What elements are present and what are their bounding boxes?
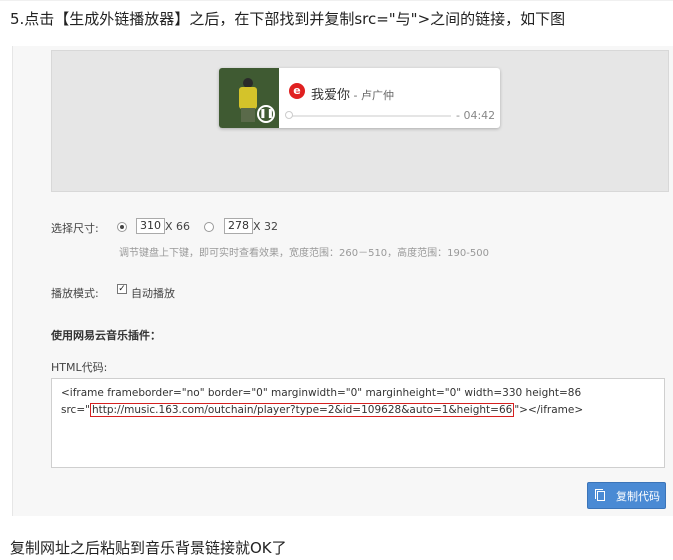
copy-code-label: 复制代码 xyxy=(616,490,660,503)
cover-figure-body xyxy=(239,87,257,109)
html-code-textarea[interactable]: <iframe frameborder="no" border="0" marg… xyxy=(51,378,665,468)
album-cover: ❚❚ xyxy=(219,68,279,128)
progress-bar[interactable] xyxy=(289,115,451,117)
song-artist: - 卢广仲 xyxy=(350,89,394,102)
size-option-2-height: X 32 xyxy=(253,220,279,233)
code-src-suffix: "></iframe> xyxy=(514,404,584,416)
size-option-2-radio[interactable] xyxy=(204,222,214,232)
autoplay-label: 自动播放 xyxy=(131,287,175,300)
player-preview-area: ❚❚ e 我爱你 - 卢广仲 - 04:42 xyxy=(51,50,669,192)
progress-knob[interactable] xyxy=(285,111,293,119)
code-line-1: <iframe frameborder="no" border="0" marg… xyxy=(61,387,582,399)
highlighted-url: http://music.163.com/outchain/player?typ… xyxy=(89,403,515,417)
code-line-2: src=" http://music.163.com/outchain/playe… xyxy=(61,403,584,417)
plugin-title: 使用网易云音乐插件： xyxy=(51,329,161,342)
music-player-widget: ❚❚ e 我爱你 - 卢广仲 - 04:42 xyxy=(219,68,500,128)
size-option-1-height: X 66 xyxy=(165,220,191,233)
code-src-prefix: src=" xyxy=(61,404,90,416)
outchain-panel: ❚❚ e 我爱你 - 卢广仲 - 04:42 选择尺寸: 310 X 66 27… xyxy=(12,46,673,516)
size-option-1-radio[interactable] xyxy=(117,222,127,232)
size-label: 选择尺寸: xyxy=(51,222,99,235)
copy-icon xyxy=(595,489,605,501)
size-option-2-width[interactable]: 278 xyxy=(224,218,253,234)
autoplay-checkbox[interactable]: ✓ xyxy=(117,284,127,294)
song-title: 我爱你 xyxy=(311,88,351,103)
song-info: 我爱你 - 卢广仲 xyxy=(311,84,394,103)
play-mode-label: 播放模式: xyxy=(51,287,99,300)
netease-music-logo-icon: e xyxy=(289,83,305,99)
size-hint: 调节键盘上下键，即可实时查看效果，宽度范围：260－510，高度范围：190-5… xyxy=(119,248,489,259)
footer-instruction: 复制网址之后粘贴到音乐背景链接就OK了 xyxy=(10,539,287,557)
top-divider xyxy=(0,0,673,1)
duration-text: - 04:42 xyxy=(456,109,496,122)
pause-icon[interactable]: ❚❚ xyxy=(257,105,275,123)
size-option-1-width[interactable]: 310 xyxy=(136,218,165,234)
cover-figure-legs xyxy=(241,108,255,122)
html-code-label: HTML代码: xyxy=(51,361,108,374)
copy-code-button[interactable]: 复制代码 xyxy=(587,482,666,509)
step-heading: 5.点击【生成外链播放器】之后，在下部找到并复制src="与">之间的链接，如下… xyxy=(10,10,566,28)
